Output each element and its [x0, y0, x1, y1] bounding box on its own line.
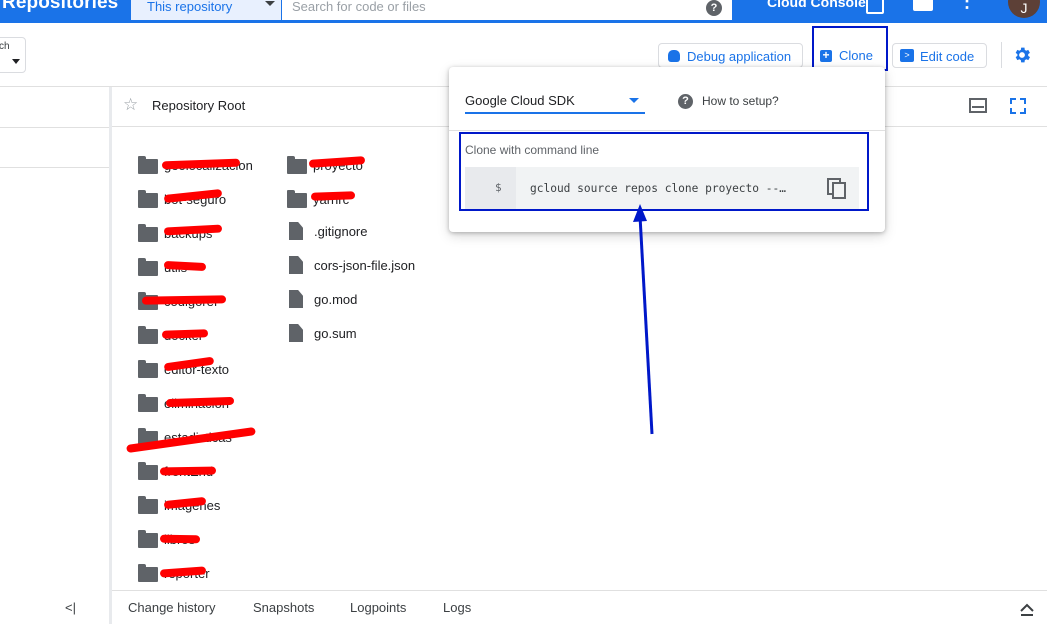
code-editor-icon: >	[900, 49, 914, 62]
top-app-bar: Repositories This repository Search for …	[0, 0, 1047, 23]
folder-icon	[138, 156, 158, 174]
redaction-mark	[159, 466, 217, 476]
edit-code-button[interactable]: > Edit code	[892, 43, 987, 68]
file-name: go.mod	[314, 292, 358, 307]
folder-icon	[138, 326, 158, 344]
app-title: Repositories	[2, 0, 119, 13]
expand-panel-icon[interactable]	[1019, 603, 1035, 617]
folder-icon	[138, 564, 158, 582]
file-icon	[289, 222, 303, 240]
folder-icon	[138, 394, 158, 412]
clone-label: Clone	[839, 48, 873, 63]
debug-application-button[interactable]: Debug application	[658, 43, 803, 68]
panel-resize-handle[interactable]	[109, 87, 112, 624]
folder-icon	[138, 462, 158, 480]
open-in-new-icon[interactable]	[866, 0, 884, 14]
tab-snapshots[interactable]: Snapshots	[253, 600, 314, 615]
debug-application-label: Debug application	[687, 49, 792, 64]
search-placeholder: Search for code or files	[292, 0, 426, 14]
tab-logs[interactable]: Logs	[443, 600, 471, 615]
panel-divider	[0, 167, 110, 168]
folder-icon	[138, 224, 158, 242]
folder-icon	[287, 156, 307, 174]
file-icon	[289, 256, 303, 274]
folder-icon	[138, 496, 158, 514]
tab-change-history[interactable]: Change history	[128, 600, 215, 615]
gear-icon[interactable]	[1012, 45, 1032, 65]
bug-icon	[668, 50, 680, 62]
chevron-down-icon	[265, 1, 275, 6]
help-icon[interactable]: ?	[678, 94, 693, 109]
feedback-icon[interactable]	[913, 0, 933, 11]
bottom-divider	[112, 590, 1047, 591]
clone-method-select[interactable]: Google Cloud SDK	[465, 90, 645, 114]
folder-icon	[138, 360, 158, 378]
panel-divider	[0, 127, 110, 128]
clone-method-label: Google Cloud SDK	[465, 93, 575, 108]
file-name: cors-json-file.json	[314, 258, 416, 273]
toolbar-divider	[1001, 42, 1002, 68]
redaction-mark	[141, 295, 227, 305]
tab-logpoints[interactable]: Logpoints	[350, 600, 406, 615]
avatar[interactable]: J	[1008, 0, 1040, 18]
edit-code-label: Edit code	[920, 49, 975, 64]
file-name: go.sum	[314, 326, 357, 341]
file-icon	[289, 290, 303, 308]
redaction-mark	[161, 329, 209, 339]
collapse-panel-icon[interactable]: <|	[65, 600, 76, 615]
chevron-down-icon	[12, 59, 20, 64]
clone-button[interactable]: + Clone	[812, 26, 888, 71]
star-icon[interactable]: ☆	[123, 95, 138, 115]
file-icon	[289, 324, 303, 342]
redaction-mark	[159, 534, 201, 544]
popup-divider	[449, 130, 885, 131]
folder-icon	[138, 258, 158, 276]
annotation-arrow	[633, 204, 654, 435]
split-layout-icon[interactable]	[969, 98, 987, 113]
branch-select[interactable]: ch	[0, 37, 26, 73]
help-icon[interactable]: ?	[706, 0, 722, 16]
chevron-down-icon	[629, 98, 639, 103]
search-input[interactable]: Search for code or files ?	[282, 0, 732, 20]
search-scope-select[interactable]: This repository	[131, 0, 281, 20]
how-to-setup-link[interactable]: How to setup?	[702, 94, 779, 108]
cloud-console-link[interactable]: Cloud Console	[767, 0, 866, 10]
more-vert-icon[interactable]: ⋮	[958, 0, 976, 10]
redaction-mark	[163, 224, 223, 236]
folder-icon	[138, 190, 158, 208]
folder-icon	[287, 190, 307, 208]
fullscreen-icon[interactable]	[1010, 98, 1026, 114]
search-scope-label: This repository	[147, 0, 233, 14]
left-panel: <|	[0, 87, 110, 624]
folder-icon	[138, 530, 158, 548]
breadcrumb[interactable]: Repository Root	[152, 98, 245, 113]
redaction-mark	[310, 191, 356, 201]
add-box-icon: +	[820, 49, 832, 62]
branch-label: ch	[0, 41, 10, 52]
file-name: .gitignore	[314, 224, 368, 239]
